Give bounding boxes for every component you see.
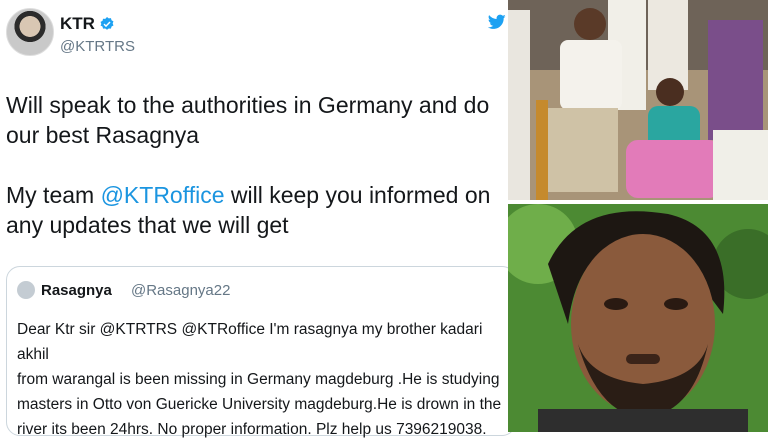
quoted-tweet[interactable]: Rasagnya @Rasagnya22 Dear Ktr sir @KTRTR… — [6, 266, 516, 438]
author-avatar[interactable] — [6, 8, 54, 56]
tweet-paragraph-1: Will speak to the authorities in Germany… — [6, 92, 490, 148]
quoted-author-avatar[interactable] — [17, 281, 35, 299]
verified-badge-icon — [100, 17, 114, 30]
news-photo-family — [508, 0, 768, 200]
tweet-text: Will speak to the authorities in Germany… — [6, 90, 506, 270]
author-handle[interactable]: @KTRTRS — [60, 38, 135, 55]
author-name-row: KTR — [60, 14, 115, 34]
tweet-card: KTR @KTRTRS Will speak to the authoritie… — [0, 0, 516, 438]
tweet-text-segment: My team — [6, 182, 101, 208]
family-photo-illustration — [508, 0, 768, 200]
tweet-paragraph-2: My team @KTRoffice will keep you informe… — [6, 180, 506, 240]
quoted-author-name[interactable]: Rasagnya — [41, 282, 112, 299]
news-photo-portrait — [508, 204, 768, 432]
quoted-author-handle[interactable]: @Rasagnya22 — [131, 282, 230, 299]
portrait-photo-illustration — [508, 204, 768, 432]
author-name[interactable]: KTR — [60, 14, 95, 34]
twitter-bird-icon[interactable] — [488, 14, 506, 30]
quoted-tweet-text: Dear Ktr sir @KTRTRS @KTRoffice I'm rasa… — [17, 321, 502, 438]
mention-link-ktroffice[interactable]: @KTRoffice — [101, 182, 225, 208]
